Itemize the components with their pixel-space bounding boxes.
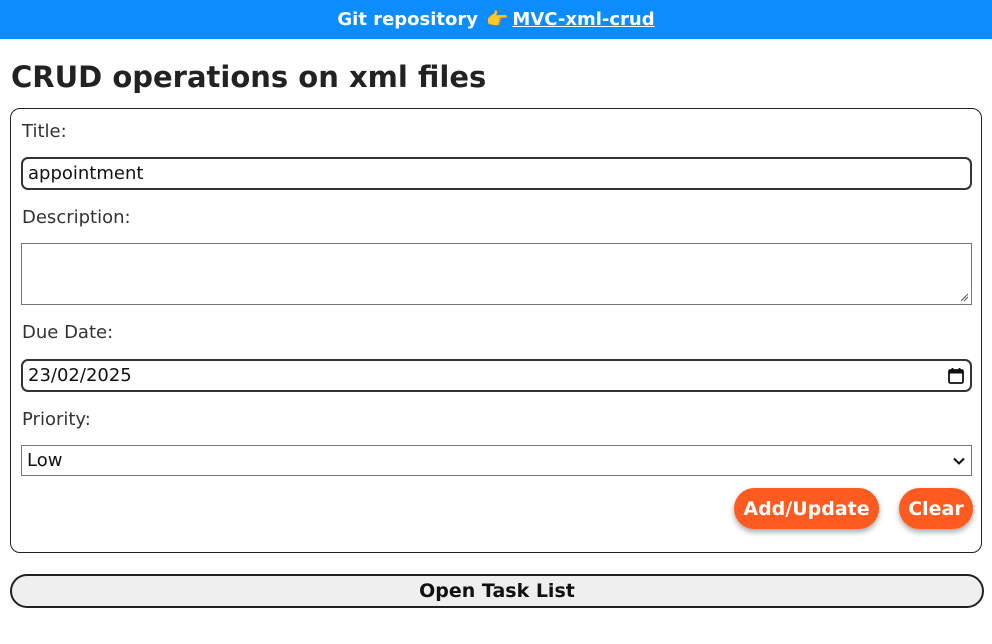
page-title: CRUD operations on xml files	[11, 60, 487, 94]
chevron-down-icon	[953, 457, 965, 465]
repo-link[interactable]: MVC-xml-crud	[512, 9, 654, 30]
description-label: Description:	[22, 207, 131, 228]
task-form: Title: appointment Description: Due Date…	[10, 108, 982, 553]
title-label: Title:	[22, 121, 67, 142]
pointing-hand-icon: 👉	[486, 9, 509, 30]
priority-selected-value: Low	[27, 450, 63, 471]
repo-label: Git repository	[337, 9, 478, 30]
due-date-label: Due Date:	[22, 322, 114, 343]
due-date-input[interactable]: 23/02/2025	[21, 359, 972, 392]
description-textarea[interactable]	[21, 243, 972, 305]
add-update-button[interactable]: Add/Update	[734, 488, 879, 529]
title-input-value: appointment	[28, 163, 144, 184]
title-input[interactable]: appointment	[21, 157, 972, 190]
open-task-list-button[interactable]: Open Task List	[10, 574, 984, 608]
priority-label: Priority:	[22, 409, 91, 430]
resize-handle-icon[interactable]	[959, 292, 969, 302]
top-banner: Git repository 👉 MVC-xml-crud	[0, 0, 992, 39]
clear-button[interactable]: Clear	[899, 488, 973, 529]
calendar-icon[interactable]	[947, 367, 965, 385]
priority-select[interactable]: Low	[21, 445, 972, 476]
due-date-value: 23/02/2025	[28, 365, 132, 386]
